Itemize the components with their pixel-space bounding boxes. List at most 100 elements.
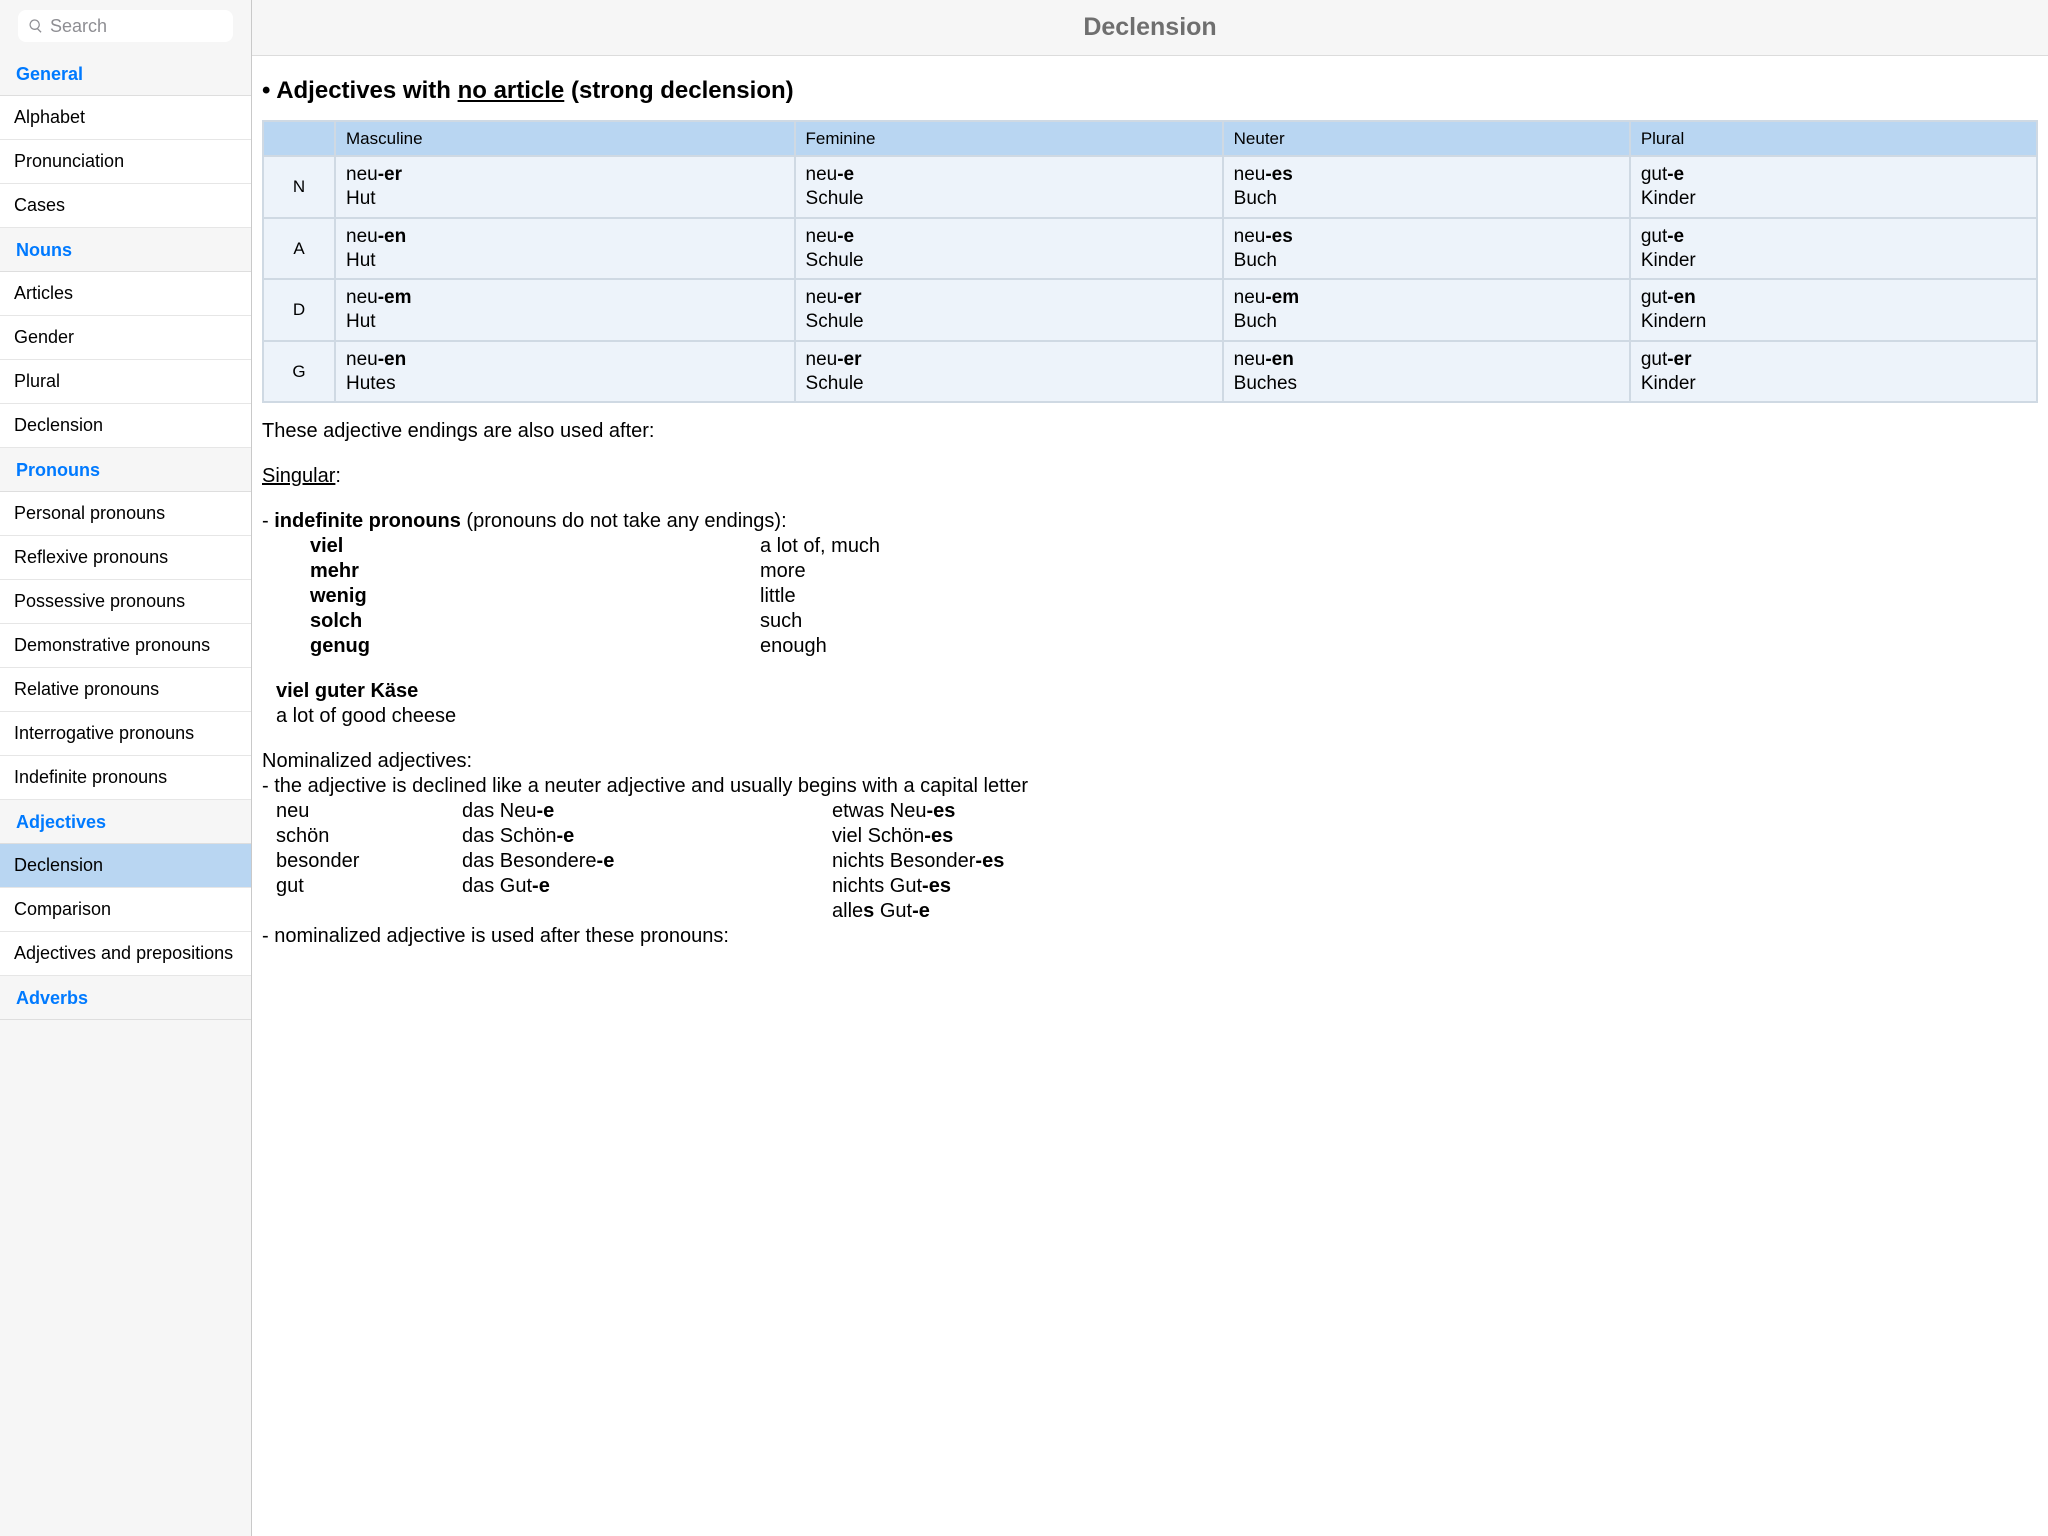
nom-adj-c1 [262,899,462,924]
section-heading: • Adjectives with no article (strong dec… [262,76,2038,120]
search-input[interactable]: Search [18,10,233,42]
indef-en: a lot of, much [760,534,880,559]
section-header[interactable]: General [0,52,251,96]
nom-adj-c3: viel Schön-es [832,824,2038,849]
decl-cell: gut-eKinder [1631,219,2036,279]
nav-item[interactable]: Declension [0,844,251,888]
decl-cell: neu-erSchule [796,280,1222,340]
search-placeholder: Search [50,16,107,37]
indef-row: weniglittle [262,584,2038,609]
nav-item[interactable]: Adjectives and prepositions [0,932,251,976]
decl-cell: neu-erHut [336,157,794,217]
nom-adj-c1: besonder [262,849,462,874]
heading-underlined: no article [458,77,565,104]
nav-item[interactable]: Relative pronouns [0,668,251,712]
case-cell: A [264,219,334,279]
nav-item[interactable]: Comparison [0,888,251,932]
nom-adj-c2: das Besondere-e [462,849,832,874]
decl-cell: neu-eSchule [796,157,1222,217]
nom-adj-c3: etwas Neu-es [832,799,2038,824]
sidebar: Search GeneralAlphabetPronunciationCases… [0,0,252,1536]
nom-adj-c3: nichts Besonder-es [832,849,2038,874]
section-header[interactable]: Nouns [0,228,251,272]
nav-item[interactable]: Cases [0,184,251,228]
indef-en: such [760,609,802,634]
nom-adj-block: Nominalized adjectives: - the adjective … [262,733,2038,953]
case-cell: G [264,342,334,402]
indef-de: solch [310,609,760,634]
nav-item[interactable]: Reflexive pronouns [0,536,251,580]
table-column-header: Neuter [1224,122,1629,155]
nav-item[interactable]: Articles [0,272,251,316]
nav-item[interactable]: Indefinite pronouns [0,756,251,800]
nom-adj-c2: das Neu-e [462,799,832,824]
example-de: viel guter Käse [262,679,2038,704]
nom-adj-c1: neu [262,799,462,824]
after-table-text: These adjective endings are also used af… [262,403,2038,448]
indef-pronouns-block: - indefinite pronouns (pronouns do not t… [262,493,2038,663]
singular-label-text: Singular [262,465,335,487]
nav-item[interactable]: Declension [0,404,251,448]
nom-adj-row: gutdas Gut-enichts Gut-es [262,874,2038,899]
table-row: Nneu-erHutneu-eSchuleneu-esBuchgut-eKind… [264,157,2036,217]
table-column-header: Feminine [796,122,1222,155]
main: Declension • Adjectives with no article … [252,0,2048,1536]
decl-cell: gut-eKinder [1631,157,2036,217]
section-header[interactable]: Pronouns [0,448,251,492]
heading-pre: Adjectives with [276,77,451,104]
decl-cell: neu-esBuch [1224,219,1629,279]
example-en: a lot of good cheese [262,704,2038,729]
nom-adj-c1: gut [262,874,462,899]
nom-adj-desc: - the adjective is declined like a neute… [262,774,2038,799]
nom-adj-row: schöndas Schön-eviel Schön-es [262,824,2038,849]
section-header[interactable]: Adverbs [0,976,251,1020]
case-cell: D [264,280,334,340]
table-column-header: Plural [1631,122,2036,155]
nav-item[interactable]: Gender [0,316,251,360]
nom-adj-c3: alles Gut-e [832,899,2038,924]
decl-cell: neu-esBuch [1224,157,1629,217]
indef-en: more [760,559,806,584]
table-column-header: Masculine [336,122,794,155]
nom-adj-row: neudas Neu-eetwas Neu-es [262,799,2038,824]
indef-paren: (pronouns do not take any endings): [461,510,787,532]
nom-adj-c2: das Schön-e [462,824,832,849]
indef-row: genugenough [262,634,2038,659]
singular-label: Singular: [262,448,2038,493]
nom-adj-used-after: - nominalized adjective is used after th… [262,924,2038,949]
nom-adj-row: alles Gut-e [262,899,2038,924]
nav-item[interactable]: Personal pronouns [0,492,251,536]
section-header[interactable]: Adjectives [0,800,251,844]
nom-adj-title: Nominalized adjectives: [262,749,2038,774]
nav-item[interactable]: Possessive pronouns [0,580,251,624]
indef-prefix: - [262,510,274,532]
indef-de: genug [310,634,760,659]
indef-de: mehr [310,559,760,584]
table-row: Dneu-emHutneu-erSchuleneu-emBuchgut-enKi… [264,280,2036,340]
nav-item[interactable]: Pronunciation [0,140,251,184]
decl-cell: neu-erSchule [796,342,1222,402]
nom-adj-c1: schön [262,824,462,849]
nom-adj-c3: nichts Gut-es [832,874,2038,899]
nav-item[interactable]: Interrogative pronouns [0,712,251,756]
indef-en: enough [760,634,827,659]
indef-de: viel [310,534,760,559]
decl-cell: gut-erKinder [1631,342,2036,402]
nav-item[interactable]: Plural [0,360,251,404]
nom-adj-row: besonderdas Besondere-enichts Besonder-e… [262,849,2038,874]
nom-adj-c2: das Gut-e [462,874,832,899]
page-title-text: Declension [1083,13,1216,42]
table-corner [264,122,334,155]
indef-row: viela lot of, much [262,534,2038,559]
nav-item[interactable]: Demonstrative pronouns [0,624,251,668]
case-cell: N [264,157,334,217]
search-wrap: Search [0,0,251,52]
search-icon [28,18,44,34]
decl-cell: neu-enHut [336,219,794,279]
heading-post: (strong declension) [571,77,794,104]
indef-row: solchsuch [262,609,2038,634]
table-row: Aneu-enHutneu-eSchuleneu-esBuchgut-eKind… [264,219,2036,279]
declension-table: MasculineFeminineNeuterPlural Nneu-erHut… [262,120,2038,403]
indef-en: little [760,584,796,609]
nav-item[interactable]: Alphabet [0,96,251,140]
